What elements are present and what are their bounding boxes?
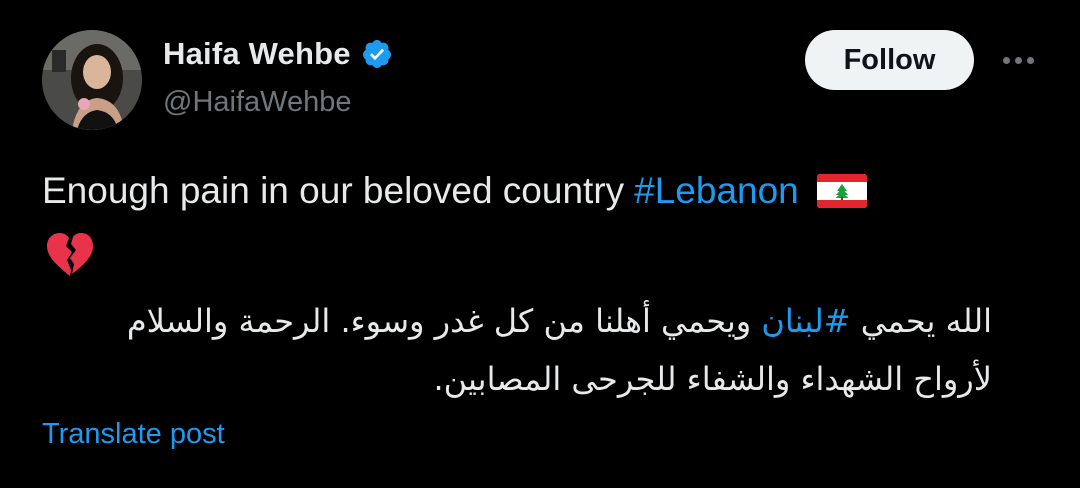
hashtag-link[interactable]: #Lebanon — [634, 170, 799, 212]
translate-post-link[interactable]: Translate post — [42, 418, 225, 451]
more-options-icon[interactable] — [998, 44, 1038, 76]
verified-badge-icon[interactable] — [361, 38, 393, 70]
more-dot — [1002, 56, 1010, 64]
author-handle[interactable]: @HaifaWehbe — [163, 86, 352, 119]
follow-button[interactable]: Follow — [805, 30, 974, 90]
avatar-image — [42, 30, 142, 130]
tweet-arabic-text: الله يحمي #لبنان ويحمي أهلنا من كل غدر و… — [42, 292, 992, 408]
more-dot — [1026, 56, 1034, 64]
lebanon-flag-icon — [816, 174, 867, 208]
tweet-text-line: Enough pain in our beloved country #Leba… — [42, 170, 867, 212]
more-dot — [1014, 56, 1022, 64]
arabic-text-part: الله يحمي — [850, 302, 992, 340]
avatar[interactable] — [42, 30, 142, 130]
display-name[interactable]: Haifa Wehbe — [163, 36, 351, 72]
broken-heart-icon — [47, 233, 93, 276]
arabic-hashtag-link[interactable]: #لبنان — [761, 302, 850, 340]
tweet-text: Enough pain in our beloved country — [42, 170, 625, 211]
